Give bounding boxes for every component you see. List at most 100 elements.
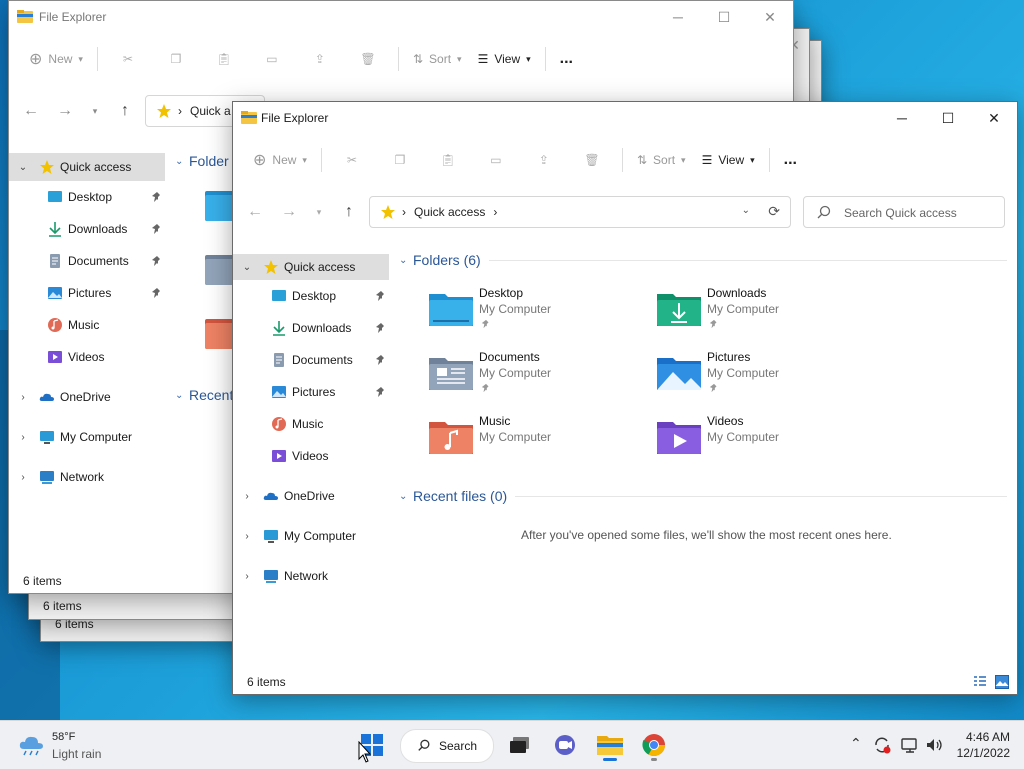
folder-tile-videos[interactable]: Videos My Computer [657, 414, 877, 470]
sidebar-item-onedrive[interactable]: › OneDrive [233, 480, 389, 512]
sidebar-item-videos[interactable]: Videos [233, 440, 389, 472]
pin-icon[interactable] [151, 191, 163, 203]
pin-icon[interactable] [375, 290, 387, 302]
network-icon[interactable] [900, 735, 920, 755]
pin-icon[interactable] [151, 223, 163, 235]
separator [544, 47, 546, 71]
recent-files-section-header[interactable]: ⌄ Recent files (0) [399, 484, 1007, 508]
sync-icon[interactable] [872, 735, 892, 755]
sidebar-item-music[interactable]: Music [233, 408, 389, 440]
chat-button[interactable] [550, 727, 580, 763]
maximize-icon[interactable]: ☐ [925, 102, 971, 134]
address-bar[interactable]: › Quick access › ⌄ ⟳ [369, 196, 791, 228]
breadcrumb-quick-access[interactable]: Quick a [190, 104, 231, 118]
share-icon[interactable]: ⇪ [296, 52, 344, 66]
back-arrow-icon[interactable]: ← [245, 202, 265, 222]
sidebar-item-desktop[interactable]: Desktop [9, 181, 165, 213]
sidebar-item-pictures[interactable]: Pictures [233, 376, 389, 408]
sidebar-item-downloads[interactable]: Downloads [9, 213, 165, 245]
forward-arrow-icon[interactable]: → [279, 202, 299, 222]
sidebar-item-documents[interactable]: Documents [9, 245, 165, 277]
back-arrow-icon[interactable]: ← [21, 101, 41, 121]
sort-icon: ⇅ [636, 153, 648, 167]
file-explorer-window-active[interactable]: File Explorer ─ ☐ ✕ ⊕ New ▾ ✂ ❐ 📋︎ ▭ ⇪ 🗑︎ … [232, 101, 1018, 695]
view-button[interactable]: ☰ View ▾ [694, 144, 763, 176]
new-button[interactable]: ⊕ New ▾ [245, 144, 315, 176]
tiles-view-icon[interactable] [995, 675, 1009, 689]
up-arrow-icon[interactable]: ↑ [339, 202, 359, 222]
recent-locations-chevron-icon[interactable]: ▾ [85, 101, 105, 121]
sort-button[interactable]: ⇅ Sort ▾ [405, 43, 470, 75]
weather-description[interactable]: Light rain [52, 747, 101, 761]
navigation-pane: ⌄ Quick access Desktop Downloads Documen… [9, 153, 165, 493]
more-options-button[interactable]: ... [552, 43, 581, 75]
details-view-icon[interactable] [973, 675, 987, 689]
close-icon[interactable]: ✕ [747, 1, 793, 33]
paste-icon[interactable]: 📋︎ [200, 52, 248, 66]
cut-icon[interactable]: ✂ [104, 52, 152, 66]
show-hidden-icons-chevron-icon[interactable]: ⌃ [850, 735, 862, 752]
recent-locations-chevron-icon[interactable]: ▾ [309, 202, 329, 222]
more-options-button[interactable]: ... [776, 144, 805, 176]
view-button[interactable]: ☰ View ▾ [470, 43, 539, 75]
sidebar-item-quick-access[interactable]: ⌄ Quick access [233, 254, 389, 280]
sidebar-item-my-computer[interactable]: › My Computer [9, 421, 165, 453]
sidebar-item-videos[interactable]: Videos [9, 341, 165, 373]
search-box[interactable]: Search Quick access [803, 196, 1005, 228]
address-history-chevron-icon[interactable]: ⌄ [742, 205, 750, 216]
sidebar-item-downloads[interactable]: Downloads [233, 312, 389, 344]
close-icon[interactable]: ✕ [971, 102, 1017, 134]
sidebar-item-quick-access[interactable]: ⌄ Quick access [9, 153, 165, 181]
folder-tile-music[interactable]: Music My Computer [429, 414, 649, 470]
sidebar-item-onedrive[interactable]: › OneDrive [9, 381, 165, 413]
minimize-icon[interactable]: ─ [879, 102, 925, 134]
pin-icon[interactable] [375, 386, 387, 398]
sidebar-item-documents[interactable]: Documents [233, 344, 389, 376]
delete-icon[interactable]: 🗑︎ [568, 153, 616, 167]
taskbar-search-button[interactable]: Search [400, 729, 494, 763]
refresh-icon[interactable]: ⟳ [768, 203, 780, 220]
folder-tile-downloads[interactable]: Downloads My Computer [657, 286, 877, 342]
search-input[interactable]: Search Quick access [844, 206, 957, 220]
folder-tile-desktop[interactable]: Desktop My Computer [429, 286, 649, 342]
title-bar[interactable]: File Explorer ─ ☐ ✕ [9, 1, 793, 33]
folder-tile-documents[interactable]: Documents My Computer [429, 350, 649, 406]
taskbar-chrome[interactable] [638, 727, 670, 763]
copy-icon[interactable]: ❐ [376, 153, 424, 167]
rename-icon[interactable]: ▭ [472, 153, 520, 167]
sidebar-item-network[interactable]: › Network [9, 461, 165, 493]
rename-icon[interactable]: ▭ [248, 52, 296, 66]
weather-rain-icon[interactable] [18, 733, 46, 757]
new-button[interactable]: ⊕ New ▾ [21, 43, 91, 75]
taskbar-file-explorer[interactable] [594, 727, 626, 763]
pin-icon[interactable] [375, 354, 387, 366]
breadcrumb-chevron-right-icon[interactable]: › [493, 205, 497, 219]
sidebar-item-music[interactable]: Music [9, 309, 165, 341]
task-view-button[interactable] [506, 727, 534, 763]
pin-icon[interactable] [151, 255, 163, 267]
minimize-icon[interactable]: ─ [655, 1, 701, 33]
sidebar-item-desktop[interactable]: Desktop [233, 280, 389, 312]
up-arrow-icon[interactable]: ↑ [115, 101, 135, 121]
sort-button[interactable]: ⇅ Sort ▾ [629, 144, 694, 176]
share-icon[interactable]: ⇪ [520, 153, 568, 167]
pin-icon[interactable] [375, 322, 387, 334]
delete-icon[interactable]: 🗑︎ [344, 52, 392, 66]
copy-icon[interactable]: ❐ [152, 52, 200, 66]
title-bar[interactable]: File Explorer ─ ☐ ✕ [233, 102, 1017, 134]
sidebar-item-network[interactable]: › Network [233, 560, 389, 592]
forward-arrow-icon[interactable]: → [55, 101, 75, 121]
documents-folder-icon [205, 255, 235, 285]
system-clock[interactable]: 4:46 AM 12/1/2022 [957, 729, 1010, 761]
sidebar-item-my-computer[interactable]: › My Computer [233, 520, 389, 552]
sidebar-item-pictures[interactable]: Pictures [9, 277, 165, 309]
breadcrumb-quick-access[interactable]: Quick access [414, 205, 485, 219]
cut-icon[interactable]: ✂ [328, 153, 376, 167]
paste-icon[interactable]: 📋︎ [424, 153, 472, 167]
folders-section-header[interactable]: ⌄ Folders (6) [399, 248, 1007, 272]
pin-icon[interactable] [151, 287, 163, 299]
volume-icon[interactable] [924, 735, 944, 755]
weather-temperature[interactable]: 58°F [52, 731, 75, 743]
folder-tile-pictures[interactable]: Pictures My Computer [657, 350, 877, 406]
maximize-icon[interactable]: ☐ [701, 1, 747, 33]
